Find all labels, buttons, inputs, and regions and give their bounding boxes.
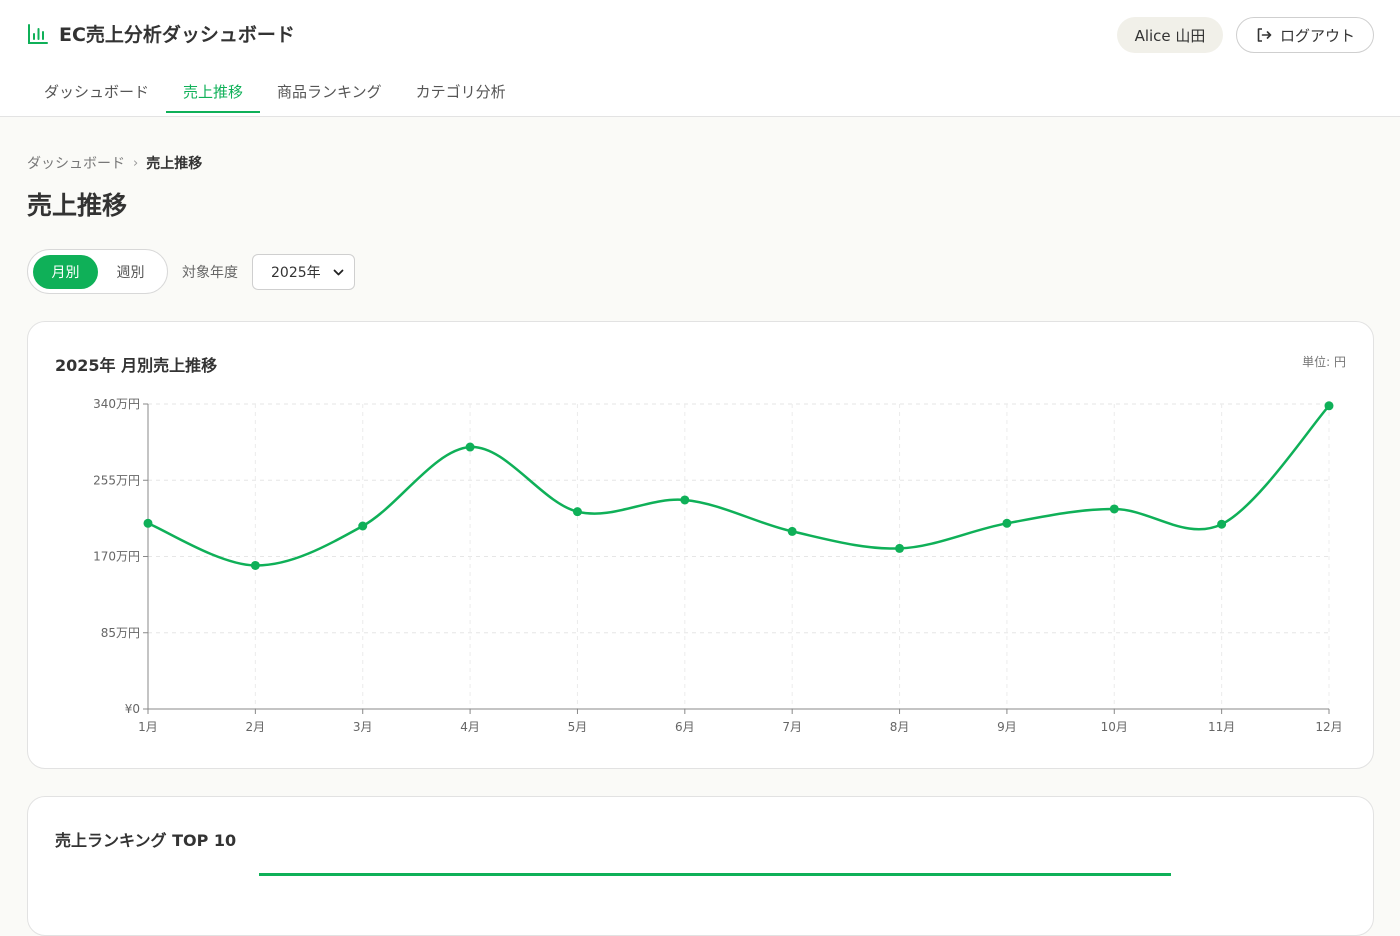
- x-tick-label: 5月: [568, 720, 588, 734]
- tab-label: ダッシュボード: [44, 82, 150, 101]
- x-tick-label: 8月: [890, 720, 910, 734]
- data-point: [787, 526, 797, 536]
- data-point: [1217, 519, 1227, 529]
- x-tick-label: 1月: [138, 720, 158, 734]
- chevron-down-icon: [333, 269, 344, 276]
- logout-icon: [1257, 28, 1272, 42]
- year-select[interactable]: 2025年: [252, 254, 355, 290]
- x-tick-label: 7月: [782, 720, 802, 734]
- breadcrumb-parent-link[interactable]: ダッシュボード: [27, 153, 125, 173]
- x-tick-label: 2月: [246, 720, 266, 734]
- data-point: [680, 495, 690, 505]
- y-tick-label: 85万円: [101, 626, 140, 640]
- chevron-right-icon: ›: [133, 155, 139, 171]
- tab-product-ranking[interactable]: 商品ランキング: [260, 70, 399, 112]
- data-point: [1002, 518, 1012, 528]
- data-point: [465, 442, 475, 452]
- tab-label: 商品ランキング: [277, 82, 382, 101]
- x-tick-label: 11月: [1208, 720, 1235, 734]
- sales-trend-chart-card: 2025年 月別売上推移 単位: 円 ¥0 85万円 170万円 255万円 340万円…: [27, 321, 1374, 769]
- y-tick-label: 255万円: [93, 473, 140, 487]
- data-point: [143, 518, 153, 528]
- monthly-toggle-button[interactable]: 月別: [33, 255, 98, 289]
- logout-label: ログアウト: [1279, 26, 1355, 45]
- main-nav-tabs: ダッシュボード 売上推移 商品ランキング カテゴリ分析: [27, 70, 523, 116]
- sales-ranking-card: 売上ランキング TOP 10: [27, 796, 1374, 936]
- data-point: [572, 507, 582, 517]
- app-header: EC売上分析ダッシュボード Alice 山田 ログアウト ダッシュボード 売上推…: [0, 0, 1400, 117]
- tab-label: 売上推移: [183, 82, 244, 101]
- x-tick-label: 3月: [353, 720, 373, 734]
- brand: EC売上分析ダッシュボード: [27, 20, 295, 47]
- ranking-title: 売上ランキング TOP 10: [55, 831, 237, 850]
- year-label: 対象年度: [182, 265, 238, 281]
- data-point: [358, 521, 368, 531]
- data-point: [250, 560, 260, 570]
- tab-label: カテゴリ分析: [415, 82, 506, 101]
- bar-chart-icon: [28, 23, 48, 44]
- data-point: [1324, 401, 1334, 411]
- weekly-toggle-button[interactable]: 週別: [98, 255, 163, 289]
- user-name-badge: Alice 山田: [1117, 17, 1223, 53]
- x-tick-label: 4月: [460, 720, 480, 734]
- logout-button[interactable]: ログアウト: [1236, 17, 1374, 53]
- user-name: Alice 山田: [1134, 26, 1206, 45]
- y-tick-label: 170万円: [93, 550, 140, 564]
- year-select-value: 2025年: [271, 265, 321, 281]
- x-tick-label: 10月: [1101, 720, 1128, 734]
- app-title: EC売上分析ダッシュボード: [59, 24, 295, 46]
- x-tick-label: 9月: [997, 720, 1017, 734]
- tab-dashboard[interactable]: ダッシュボード: [27, 70, 166, 112]
- period-toggle: 月別 週別: [27, 249, 168, 294]
- x-tick-label: 12月: [1315, 720, 1342, 734]
- breadcrumb-current: 売上推移: [146, 156, 203, 172]
- tab-sales-trend[interactable]: 売上推移: [166, 70, 261, 113]
- data-point: [895, 543, 905, 553]
- sales-line-chart: ¥0 85万円 170万円 255万円 340万円 1月 2月 3月 4月 5月 6月 7月 8月 9月 1…: [93, 397, 1343, 734]
- breadcrumb: ダッシュボード › 売上推移: [27, 153, 202, 173]
- tab-category-analysis[interactable]: カテゴリ分析: [399, 70, 523, 112]
- sales-line: [147, 404, 1330, 567]
- y-tick-label: 340万円: [93, 397, 140, 411]
- data-point: [1109, 504, 1119, 514]
- page-title: 売上推移: [27, 191, 128, 220]
- y-tick-label: ¥0: [125, 702, 140, 716]
- x-tick-label: 6月: [675, 720, 695, 734]
